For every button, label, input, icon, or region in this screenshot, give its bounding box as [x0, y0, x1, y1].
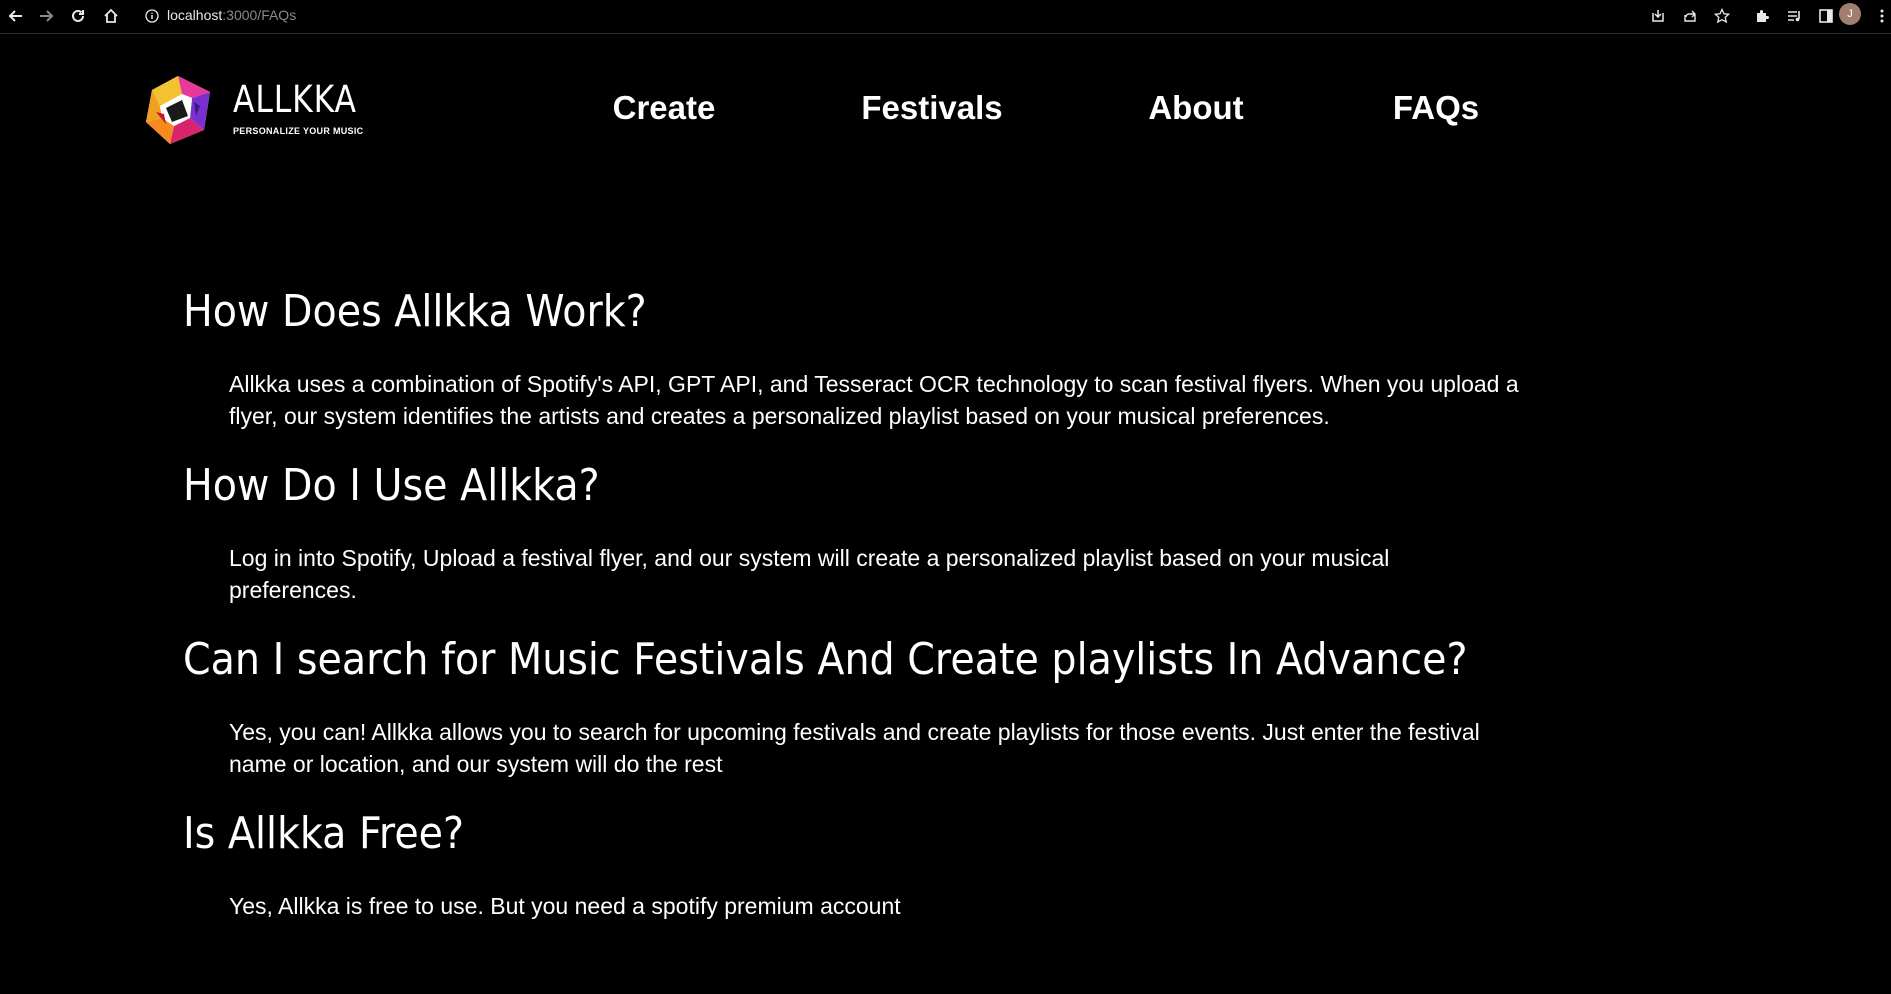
- faq-item: How Does Allkka Work? Allkka uses a comb…: [183, 280, 1603, 432]
- faq-item: Is Allkka Free? Yes, Allkka is free to u…: [183, 802, 1603, 922]
- share-icon[interactable]: [1678, 4, 1702, 28]
- faq-question: How Do I Use Allkka?: [183, 460, 600, 511]
- faq-question: Is Allkka Free?: [183, 808, 465, 859]
- home-icon[interactable]: [99, 4, 123, 28]
- nav-link-faqs[interactable]: FAQs: [1393, 86, 1479, 130]
- browser-toolbar: localhost:3000/FAQs J: [0, 0, 1891, 34]
- nav-link-festivals[interactable]: Festivals: [861, 86, 1002, 130]
- faq-section: How Does Allkka Work? Allkka uses a comb…: [183, 280, 1603, 944]
- bookmark-star-icon[interactable]: [1710, 4, 1734, 28]
- profile-avatar[interactable]: J: [1839, 3, 1861, 25]
- faq-answer: Yes, Allkka is free to use. But you need…: [229, 893, 901, 919]
- site-header: ALLKKA PERSONALIZE YOUR MUSIC Create Fes…: [0, 34, 1891, 184]
- faq-answer: Log in into Spotify, Upload a festival f…: [229, 545, 1390, 603]
- side-panel-icon[interactable]: [1814, 4, 1838, 28]
- forward-arrow-icon[interactable]: [34, 4, 58, 28]
- media-playlist-icon[interactable]: [1782, 4, 1806, 28]
- faq-item: How Do I Use Allkka? Log in into Spotify…: [183, 454, 1603, 606]
- extensions-puzzle-icon[interactable]: [1750, 4, 1774, 28]
- install-app-icon[interactable]: [1646, 4, 1670, 28]
- address-bar[interactable]: localhost:3000/FAQs: [167, 4, 296, 26]
- url-path: :3000/FAQs: [222, 7, 297, 23]
- site-info-icon[interactable]: [142, 6, 162, 26]
- kebab-menu-icon[interactable]: [1876, 4, 1888, 28]
- main-nav: Create Festivals About FAQs: [0, 86, 1891, 130]
- nav-link-about[interactable]: About: [1148, 86, 1243, 130]
- nav-link-create[interactable]: Create: [613, 86, 716, 130]
- back-arrow-icon[interactable]: [4, 4, 28, 28]
- faq-question: Can I search for Music Festivals And Cre…: [183, 634, 1468, 685]
- reload-icon[interactable]: [66, 4, 90, 28]
- url-host: localhost: [167, 7, 223, 23]
- faq-answer: Allkka uses a combination of Spotify's A…: [229, 371, 1519, 429]
- faq-item: Can I search for Music Festivals And Cre…: [183, 628, 1603, 780]
- faq-question: How Does Allkka Work?: [183, 286, 647, 337]
- faq-answer: Yes, you can! Allkka allows you to searc…: [229, 719, 1480, 777]
